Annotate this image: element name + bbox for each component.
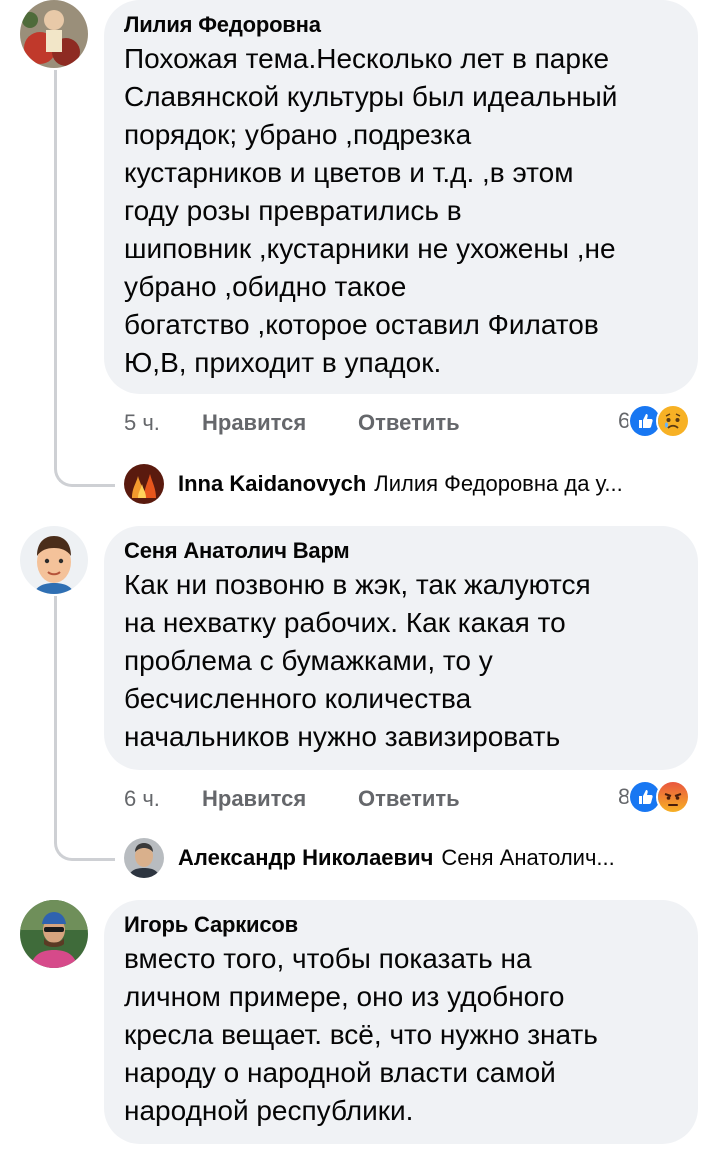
angry-icon: [656, 780, 691, 814]
comment-bubble: Сеня Анатолич Варм Как ни позвоню в жэк,…: [104, 526, 698, 770]
comment-actions: 5 ч. Нравится Ответить: [124, 408, 460, 438]
reply-author[interactable]: Александр Николаевич: [178, 843, 433, 873]
comment-text: вместо того, чтобы показать на личном пр…: [124, 943, 598, 1126]
comment-text: Похожая тема.Несколько лет в парке Славя…: [124, 43, 618, 378]
comment-bubble: Игорь Саркисов вместо того, чтобы показа…: [104, 900, 698, 1144]
comment-bubble: Лилия Федоровна Похожая тема.Несколько л…: [104, 0, 698, 394]
reaction-summary[interactable]: 8: [618, 780, 691, 814]
comment-author[interactable]: Игорь Саркисов: [124, 910, 678, 940]
sad-icon: [656, 404, 691, 438]
reply-preview[interactable]: Александр Николаевич Сеня Анатолич...: [124, 838, 615, 878]
avatar-liliya[interactable]: [20, 0, 88, 68]
reply-button[interactable]: Ответить: [358, 784, 460, 814]
like-button[interactable]: Нравится: [202, 408, 358, 438]
reply-snippet: Сеня Анатолич...: [441, 845, 615, 870]
reply-button[interactable]: Ответить: [358, 408, 460, 438]
like-button[interactable]: Нравится: [202, 784, 358, 814]
reply-snippet: Лилия Федоровна да у...: [374, 471, 623, 496]
avatar-senya[interactable]: [20, 526, 88, 594]
comment-time[interactable]: 6 ч.: [124, 784, 202, 814]
avatar-inna[interactable]: [124, 464, 164, 504]
comment-text: Как ни позвоню в жэк, так жалуются на не…: [124, 569, 591, 752]
comment-time[interactable]: 5 ч.: [124, 408, 202, 438]
reply-preview[interactable]: Inna Kaidanovych Лилия Федоровна да у...: [124, 464, 623, 504]
thread-connector: [54, 70, 115, 487]
comment-author[interactable]: Сеня Анатолич Варм: [124, 536, 678, 566]
thread-connector: [54, 596, 115, 861]
reaction-summary[interactable]: 6: [618, 404, 691, 438]
comment-actions: 6 ч. Нравится Ответить: [124, 784, 460, 814]
comment-author[interactable]: Лилия Федоровна: [124, 10, 678, 40]
reply-author[interactable]: Inna Kaidanovych: [178, 469, 366, 499]
avatar-igor[interactable]: [20, 900, 88, 968]
avatar-aleksandr[interactable]: [124, 838, 164, 878]
